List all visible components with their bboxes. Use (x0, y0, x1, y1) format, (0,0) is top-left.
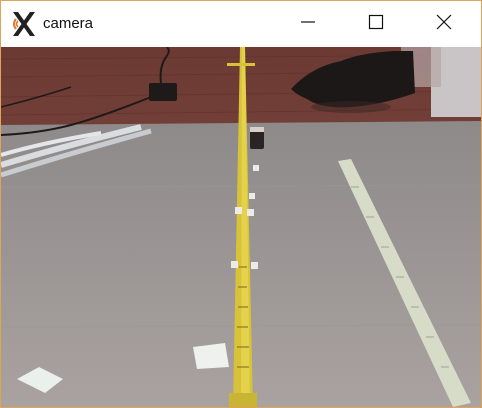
maximize-icon (368, 14, 384, 35)
maximize-button[interactable] (353, 1, 399, 47)
window-title: camera (43, 15, 94, 32)
camera-feed-image (1, 47, 481, 407)
minimize-button[interactable] (285, 1, 331, 47)
x-logo-icon (10, 10, 38, 38)
title-bar[interactable]: camera (1, 1, 481, 47)
close-button[interactable] (421, 1, 467, 47)
minimize-icon (300, 14, 316, 35)
camera-window: camera (0, 0, 482, 408)
close-icon (436, 14, 452, 35)
